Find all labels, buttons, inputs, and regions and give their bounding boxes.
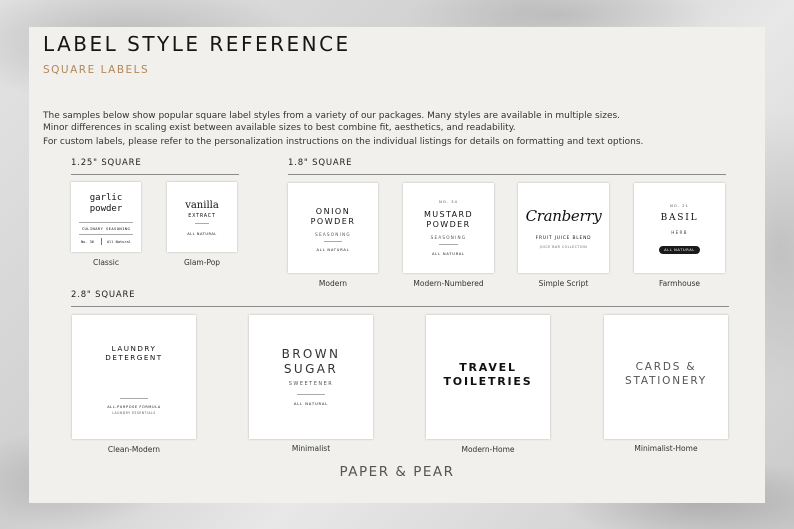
label-glam-pop: vanilla EXTRACT ALL NATURAL: [167, 182, 237, 252]
description-line-1: The samples below show popular square la…: [43, 111, 621, 121]
farmhouse-number: NO. 21: [670, 203, 689, 208]
label-modern-numbered: NO. 34 MUSTARD POWDER SEASONING ALL NATU…: [403, 183, 494, 273]
label-classic: garlic powder CULINARY SEASONING No. 36 …: [71, 182, 141, 252]
caption-farmhouse: Farmhouse: [658, 279, 701, 288]
caption-minimalist: Minimalist: [291, 444, 331, 453]
caption-clean-modern: Clean-Modern: [107, 445, 161, 454]
description-line-3: For custom labels, please refer to the p…: [43, 137, 644, 147]
cleanmodern-line-2: DETERGENT: [105, 353, 163, 362]
modernhome-line-1: TRAVEL: [459, 361, 517, 374]
classic-line-1: garlic: [89, 193, 123, 203]
modernnum-line-2: POWDER: [426, 220, 471, 229]
modern-line-2: POWDER: [310, 217, 356, 226]
glampop-sub: EXTRACT: [188, 214, 216, 219]
modernnum-line-1: MUSTARD: [423, 210, 474, 219]
caption-modern-home: Modern-Home: [461, 445, 515, 454]
minimalist-foot: ALL NATURAL: [293, 401, 329, 406]
modern-line-1: ONION: [315, 207, 351, 216]
classic-line-2: powder: [89, 204, 123, 214]
glampop-divider: [195, 223, 209, 224]
brand-wordmark: PAPER & PEAR: [339, 464, 455, 480]
cleanmodern-foot: LAUNDRY ESSENTIALS: [112, 411, 156, 415]
script-line-1: Cranberry: [525, 207, 602, 225]
modern-foot: ALL NATURAL: [316, 248, 350, 252]
classic-number: No. 36: [81, 240, 94, 244]
minimalist-line-1: BROWN: [281, 347, 341, 361]
section-rule-125: [71, 174, 239, 175]
caption-glam-pop: Glam-Pop: [183, 258, 221, 267]
section-heading-125: 1.25" SQUARE: [71, 158, 142, 168]
farmhouse-sub: HERB: [671, 230, 688, 235]
label-modern-home: TRAVEL TOILETRIES: [426, 315, 550, 439]
script-sub: FRUIT JUICE BLEND: [535, 236, 592, 241]
classic-divider: [79, 222, 133, 223]
caption-minimalist-home: Minimalist-Home: [634, 444, 698, 453]
caption-simple-script: Simple Script: [538, 279, 589, 288]
label-farmhouse: NO. 21 BASIL HERB ALL NATURAL: [634, 183, 725, 273]
label-minimalist-home: CARDS & STATIONERY: [604, 315, 728, 439]
glampop-foot: ALL NATURAL: [187, 232, 217, 236]
glampop-line-1: vanilla: [185, 200, 219, 211]
section-heading-28: 2.8" SQUARE: [71, 290, 136, 300]
caption-modern: Modern: [318, 279, 348, 288]
classic-sub: CULINARY SEASONING: [81, 226, 131, 231]
section-heading-18: 1.8" SQUARE: [288, 158, 353, 168]
classic-divider-2: [79, 234, 133, 235]
section-rule-18: [288, 174, 726, 175]
page-title: LABEL STYLE REFERENCE: [43, 32, 351, 56]
caption-modern-numbered: Modern-Numbered: [413, 279, 484, 288]
section-rule-28: [71, 306, 729, 307]
modern-divider: [324, 241, 342, 242]
label-modern: ONION POWDER SEASONING ALL NATURAL: [288, 183, 378, 273]
modernnum-sub: SEASONING: [430, 235, 467, 240]
cleanmodern-divider: [120, 398, 148, 399]
farmhouse-line-1: BASIL: [660, 213, 699, 223]
classic-foot: All Natural: [107, 240, 131, 244]
minimalist-line-2: SUGAR: [283, 362, 339, 376]
modern-sub: SEASONING: [315, 232, 351, 237]
cleanmodern-line-1: LAUNDRY: [111, 344, 157, 353]
page-subtitle: SQUARE LABELS: [43, 64, 150, 76]
farmhouse-foot-badge: ALL NATURAL: [659, 246, 700, 254]
description-line-2: Minor differences in scaling exist betwe…: [43, 123, 516, 133]
minimalisthome-line-2: STATIONERY: [625, 375, 707, 387]
minimalist-divider: [297, 394, 325, 395]
modernnum-divider: [439, 244, 458, 245]
caption-classic: Classic: [93, 258, 119, 267]
minimalist-sub: SWEETENER: [288, 381, 334, 387]
modernhome-line-2: TOILETRIES: [443, 375, 533, 388]
label-simple-script: Cranberry FRUIT JUICE BLEND JUICE BAR CO…: [518, 183, 609, 273]
cleanmodern-sub: ALL-PURPOSE FORMULA: [107, 405, 161, 409]
script-foot: JUICE BAR COLLECTION: [539, 245, 588, 249]
classic-separator: [101, 238, 102, 245]
label-minimalist: BROWN SUGAR SWEETENER ALL NATURAL: [249, 315, 373, 439]
modernnum-number: NO. 34: [439, 199, 458, 204]
modernnum-foot: ALL NATURAL: [432, 252, 465, 256]
label-clean-modern: LAUNDRY DETERGENT ALL-PURPOSE FORMULA LA…: [72, 315, 196, 439]
minimalisthome-line-1: CARDS &: [635, 361, 697, 373]
